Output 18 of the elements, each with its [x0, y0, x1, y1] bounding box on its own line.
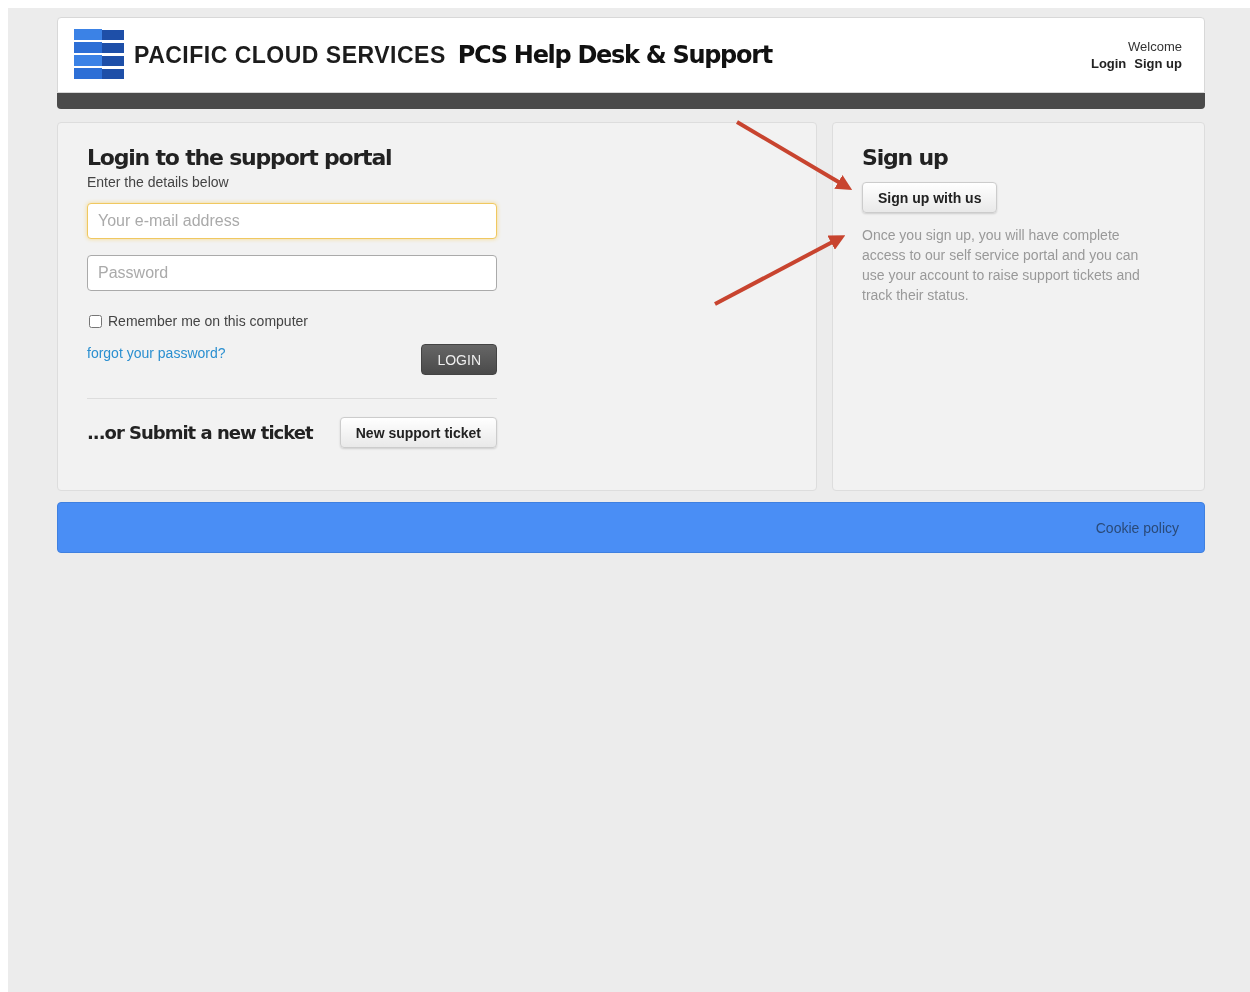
- signup-button[interactable]: Sign up with us: [862, 182, 998, 213]
- login-subtitle: Enter the details below: [87, 174, 230, 190]
- remember-label: Remember me on this computer: [108, 313, 308, 329]
- submit-ticket-heading: ...or Submit a new ticket: [87, 422, 313, 443]
- nav-link[interactable]: Login: [1090, 56, 1127, 71]
- login-button[interactable]: LOGIN: [421, 344, 497, 375]
- welcome-text: Welcome: [1128, 39, 1182, 54]
- remember-checkbox[interactable]: [89, 314, 102, 328]
- login-heading: Login to the support portal: [87, 145, 393, 170]
- stacked-blocks-logo-icon: [74, 29, 124, 81]
- input-field[interactable]: Your e-mail address: [87, 203, 497, 239]
- input-field[interactable]: Password: [87, 255, 497, 291]
- new-ticket-button[interactable]: New support ticket: [339, 417, 497, 448]
- signup-description: Once you sign up, you will have complete access to our self service portal and you can use your account to raise support tickets and track their status.: [862, 226, 1141, 305]
- brand-name: PACIFIC CLOUD SERVICES: [134, 41, 446, 69]
- site-title: PCS Help Desk & Support: [457, 41, 772, 69]
- signup-heading: Sign up: [862, 145, 949, 170]
- nav-link[interactable]: Sign up: [1134, 56, 1182, 71]
